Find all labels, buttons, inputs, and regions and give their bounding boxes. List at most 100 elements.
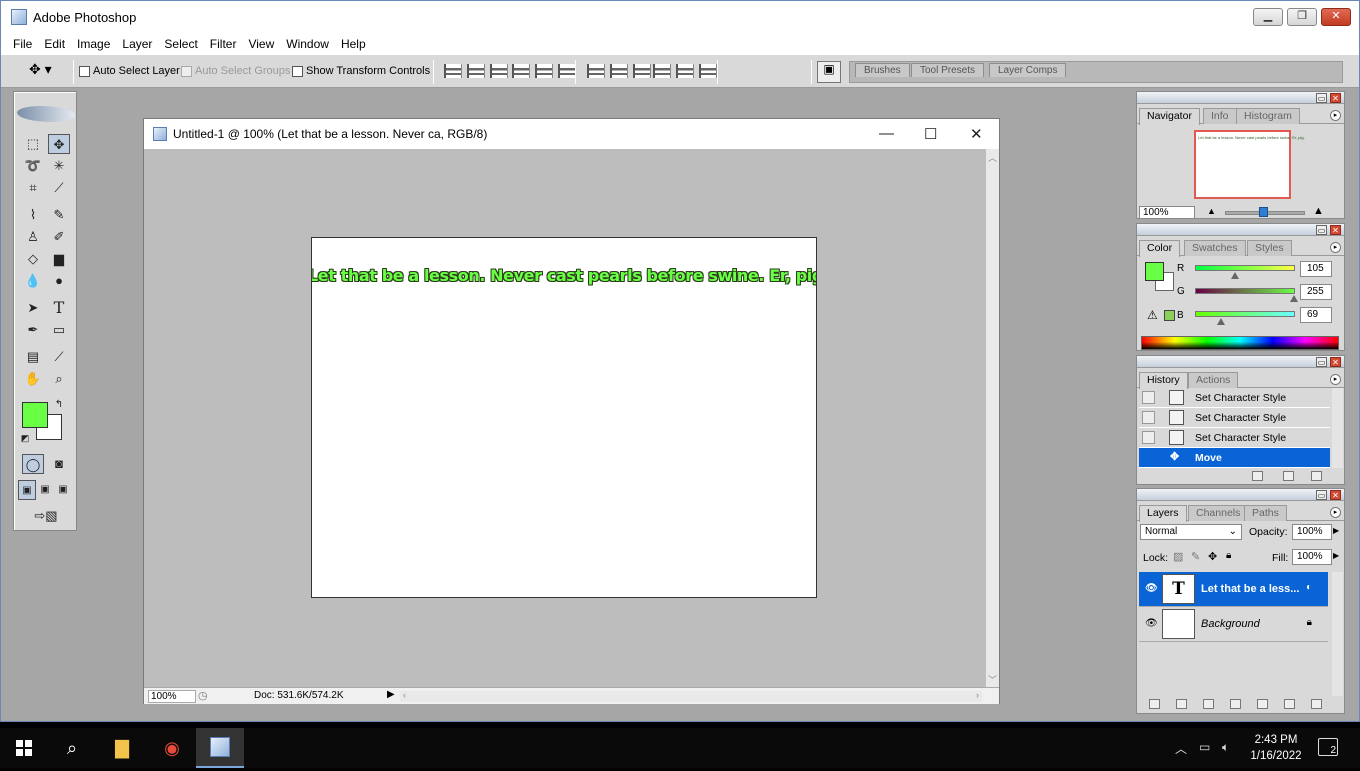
layer-row-background[interactable]: 👁︎ Background 🔒︎ — [1139, 607, 1328, 642]
align-left-icon[interactable] — [512, 64, 530, 78]
panel-minimize-button[interactable]: ▭ — [1316, 357, 1327, 367]
history-item[interactable]: Set Character Style — [1139, 408, 1330, 428]
swap-colors-icon[interactable]: ↰ — [52, 395, 66, 415]
healing-brush-tool-icon[interactable]: ⌇ — [22, 205, 44, 225]
magic-wand-tool-icon[interactable]: ✳ — [48, 156, 70, 176]
new-group-icon[interactable] — [1257, 699, 1268, 709]
align-vcenter-icon[interactable] — [467, 64, 485, 78]
file-explorer-icon[interactable]: ▇ — [98, 728, 146, 768]
menu-layer[interactable]: Layer — [116, 37, 158, 51]
eraser-tool-icon[interactable]: ◇ — [22, 249, 44, 269]
tab-paths[interactable]: Paths — [1244, 505, 1287, 521]
link-layers-icon[interactable] — [1149, 699, 1160, 709]
new-layer-icon[interactable] — [1284, 699, 1295, 709]
panel-minimize-button[interactable]: ▭ — [1316, 490, 1327, 500]
shape-tool-icon[interactable]: ▭ — [48, 320, 70, 340]
distribute-bottom-icon[interactable] — [633, 64, 651, 78]
canvas[interactable]: Let that be a lesson. Never cast pearls … — [311, 237, 817, 598]
tab-styles[interactable]: Styles — [1247, 240, 1292, 256]
file-browser-icon[interactable]: ▣ — [817, 61, 841, 83]
gamut-color-swatch[interactable] — [1164, 310, 1175, 321]
photoshop-taskbar-icon[interactable] — [196, 728, 244, 768]
vertical-scrollbar[interactable]: ︿ ﹀ — [986, 149, 999, 691]
screen-mode-standard-icon[interactable]: ▣ — [18, 480, 36, 500]
panel-menu-icon[interactable]: ▸ — [1330, 507, 1341, 518]
tab-brushes[interactable]: Brushes — [855, 63, 910, 77]
blue-value-field[interactable]: 69 — [1300, 307, 1332, 323]
opacity-field[interactable]: 100% — [1292, 524, 1332, 540]
layer-effects-icon[interactable]: ◐ — [1306, 582, 1312, 593]
zoom-tool-icon[interactable]: ⌕ — [48, 369, 70, 389]
panel-close-button[interactable]: ✕ — [1330, 357, 1341, 367]
adjustment-layer-icon[interactable] — [1230, 699, 1241, 709]
zoom-field[interactable]: 100% — [148, 690, 196, 703]
layer-name[interactable]: Background — [1201, 618, 1260, 630]
panel-minimize-button[interactable]: ▭ — [1316, 93, 1327, 103]
tab-channels[interactable]: Channels — [1188, 505, 1249, 521]
scroll-up-icon[interactable]: ︿ — [988, 151, 997, 164]
tab-color[interactable]: Color — [1139, 240, 1181, 257]
blur-tool-icon[interactable]: 💧 — [22, 271, 44, 291]
tab-histogram[interactable]: Histogram — [1236, 108, 1300, 124]
tab-layer-comps[interactable]: Layer Comps — [989, 63, 1067, 77]
layer-row-text[interactable]: 👁︎ T Let that be a less... ◐ — [1139, 572, 1328, 607]
marquee-tool-icon[interactable]: ⬚ — [22, 134, 44, 154]
menu-help[interactable]: Help — [335, 37, 372, 51]
history-item[interactable]: Set Character Style — [1139, 428, 1330, 448]
screen-mode-full-icon[interactable]: ▣ — [54, 480, 72, 500]
panel-minimize-button[interactable]: ▭ — [1316, 225, 1327, 235]
distribute-hcenter-icon[interactable] — [676, 64, 694, 78]
default-colors-icon[interactable]: ◩ — [18, 428, 32, 448]
scroll-down-icon[interactable]: ﹀ — [988, 673, 997, 686]
menu-edit[interactable]: Edit — [38, 37, 71, 51]
new-snapshot-icon[interactable] — [1283, 471, 1294, 481]
red-value-field[interactable]: 105 — [1300, 261, 1332, 277]
status-menu-arrow-icon[interactable]: ▶ — [387, 689, 395, 700]
history-scrollbar[interactable] — [1332, 388, 1343, 468]
layers-scrollbar[interactable] — [1332, 572, 1343, 696]
distribute-right-icon[interactable] — [699, 64, 717, 78]
blend-mode-select[interactable]: Normal ⌄ — [1140, 524, 1242, 540]
tool-preset-picker[interactable]: ✥ ▾ — [29, 61, 65, 81]
delete-state-icon[interactable] — [1311, 471, 1322, 481]
standard-mode-icon[interactable]: ◯ — [22, 454, 44, 474]
panel-close-button[interactable]: ✕ — [1330, 490, 1341, 500]
lasso-tool-icon[interactable]: ➰ — [22, 156, 44, 176]
lock-transparency-icon[interactable]: ▨ — [1173, 550, 1183, 563]
jump-to-imageready-icon[interactable]: ⇨▧ — [22, 506, 70, 526]
hand-tool-icon[interactable]: ✋ — [22, 369, 44, 389]
red-slider[interactable] — [1195, 265, 1295, 271]
zoom-out-icon[interactable]: ▲ — [1207, 206, 1216, 216]
blue-slider[interactable] — [1195, 311, 1295, 317]
minimize-button[interactable]: ▁ — [1253, 8, 1283, 26]
canvas-text-layer[interactable]: Let that be a lesson. Never cast pearls … — [312, 266, 816, 285]
history-brush-tool-icon[interactable]: ✐ — [48, 227, 70, 247]
chevron-up-icon[interactable]: ︿ — [1175, 740, 1187, 757]
slice-tool-icon[interactable]: ⟋ — [48, 178, 70, 198]
notification-center-icon[interactable]: 2 — [1318, 738, 1338, 756]
green-value-field[interactable]: 255 — [1300, 284, 1332, 300]
scroll-right-icon[interactable]: › — [976, 690, 979, 700]
history-item-selected[interactable]: ✥ Move — [1139, 448, 1330, 468]
tab-history[interactable]: History — [1139, 372, 1188, 389]
align-hcenter-icon[interactable] — [535, 64, 553, 78]
color-foreground-swatch[interactable] — [1145, 262, 1164, 281]
fill-arrow-icon[interactable]: ▶ — [1333, 551, 1339, 560]
pen-tool-icon[interactable]: ✒ — [22, 320, 44, 340]
search-icon[interactable]: ⌕ — [48, 728, 96, 768]
doc-maximize-button[interactable]: ☐ — [924, 125, 937, 143]
auto-select-layer-checkbox[interactable]: Auto Select Layer — [79, 65, 180, 77]
volume-icon[interactable]: 🔈︎ — [1222, 740, 1229, 755]
navigator-zoom-field[interactable]: 100% — [1139, 206, 1195, 219]
align-top-icon[interactable] — [444, 64, 462, 78]
history-item[interactable]: Set Character Style — [1139, 388, 1330, 408]
type-tool-icon[interactable]: T — [48, 298, 70, 318]
system-clock[interactable]: 2:43 PM 1/16/2022 — [1246, 732, 1306, 764]
notes-tool-icon[interactable]: ▤ — [22, 347, 44, 367]
show-transform-controls-checkbox[interactable]: Show Transform Controls — [292, 65, 430, 77]
navigator-zoom-knob[interactable] — [1259, 207, 1268, 217]
green-slider-handle[interactable] — [1290, 295, 1298, 302]
tab-layers[interactable]: Layers — [1139, 505, 1187, 522]
screen-mode-full-menu-icon[interactable]: ▣ — [36, 480, 54, 500]
red-slider-handle[interactable] — [1231, 272, 1239, 279]
